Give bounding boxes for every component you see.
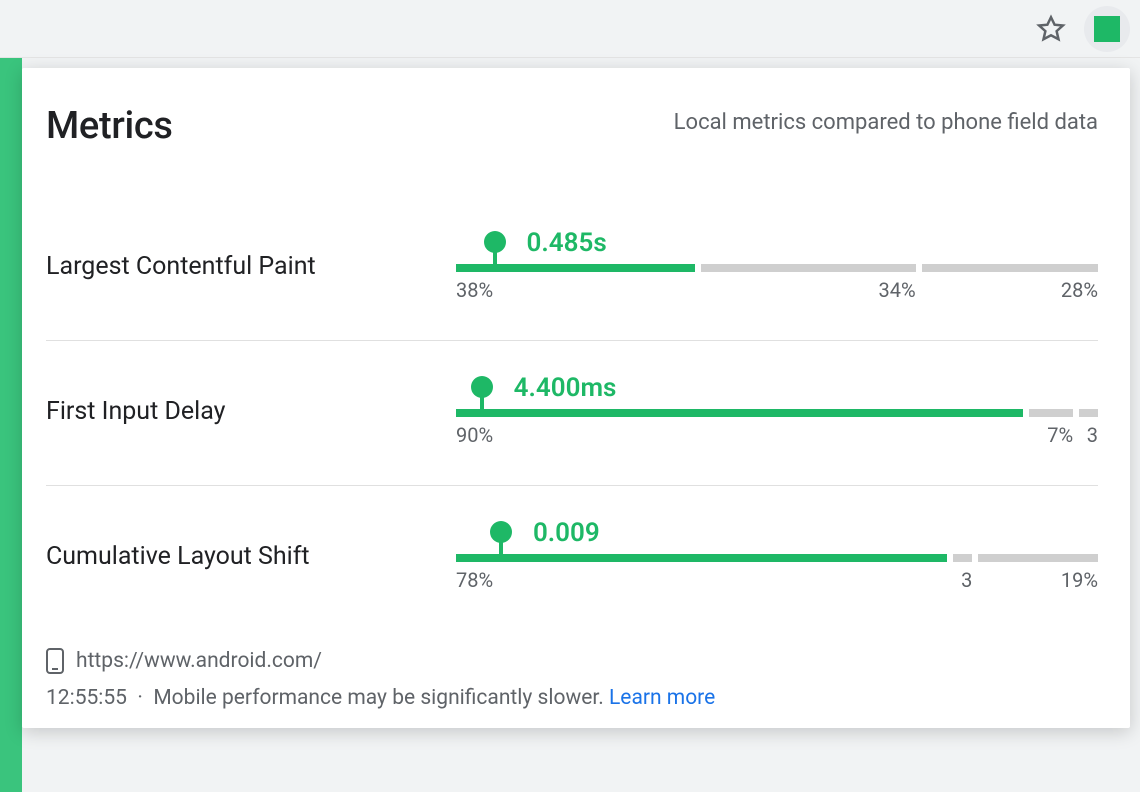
bar-good — [456, 409, 1023, 417]
bar-needs-improvement — [953, 554, 972, 562]
metric-name: First Input Delay — [46, 397, 456, 426]
metric-distribution-chart: 4.400ms 90%7%3 — [456, 375, 1098, 447]
pct-poor: 19% — [978, 568, 1098, 592]
learn-more-link[interactable]: Learn more — [609, 686, 715, 710]
metric-distribution-chart: 0.009 78%319% — [456, 520, 1098, 592]
browser-toolbar — [0, 0, 1140, 58]
pct-good: 38% — [456, 278, 695, 302]
metric-local-value: 0.485s — [527, 228, 607, 258]
metric-row: Cumulative Layout Shift 0.009 78%319% — [46, 486, 1098, 630]
performance-note: Mobile performance may be significantly … — [153, 686, 603, 710]
background-page-strip — [0, 58, 22, 792]
mobile-device-icon — [46, 648, 64, 674]
panel-title: Metrics — [46, 104, 173, 148]
bar-poor — [978, 554, 1098, 562]
bookmark-star-icon[interactable] — [1036, 14, 1066, 44]
metric-local-value: 0.009 — [533, 518, 600, 548]
panel-footer: https://www.android.com/ 12:55:55 · Mobi… — [46, 648, 1098, 710]
metric-distribution-chart: 0.485s 38%34% 28% — [456, 230, 1098, 302]
metric-name: Cumulative Layout Shift — [46, 542, 456, 571]
pct-good: 90% — [456, 423, 1023, 447]
metric-row: First Input Delay 4.400ms 90%7%3 — [46, 341, 1098, 486]
page-url: https://www.android.com/ — [76, 649, 322, 673]
bar-poor — [922, 264, 1098, 272]
metric-row: Largest Contentful Paint 0.485s 38%34% 28% — [46, 196, 1098, 341]
extension-status-good-icon — [1094, 16, 1120, 42]
metric-name: Largest Contentful Paint — [46, 252, 456, 281]
pct-good: 78% — [456, 568, 947, 592]
panel-subtitle: Local metrics compared to phone field da… — [674, 110, 1098, 135]
pct-needs-improvement: 7% — [1029, 423, 1073, 447]
web-vitals-popup: Metrics Local metrics compared to phone … — [22, 68, 1130, 728]
timestamp: 12:55:55 — [46, 686, 127, 710]
local-value-marker — [490, 521, 512, 562]
local-value-marker — [471, 376, 493, 417]
pct-poor: 3 — [1079, 423, 1098, 447]
metric-local-value: 4.400ms — [514, 373, 617, 403]
local-value-marker — [484, 231, 506, 272]
pct-needs-improvement: 34% — [701, 278, 915, 302]
web-vitals-extension-icon[interactable] — [1084, 6, 1130, 52]
bar-needs-improvement — [1029, 409, 1073, 417]
pct-needs-improvement: 3 — [953, 568, 972, 592]
pct-poor: 28% — [922, 278, 1098, 302]
bar-needs-improvement — [701, 264, 915, 272]
bar-poor — [1079, 409, 1098, 417]
bar-good — [456, 554, 947, 562]
